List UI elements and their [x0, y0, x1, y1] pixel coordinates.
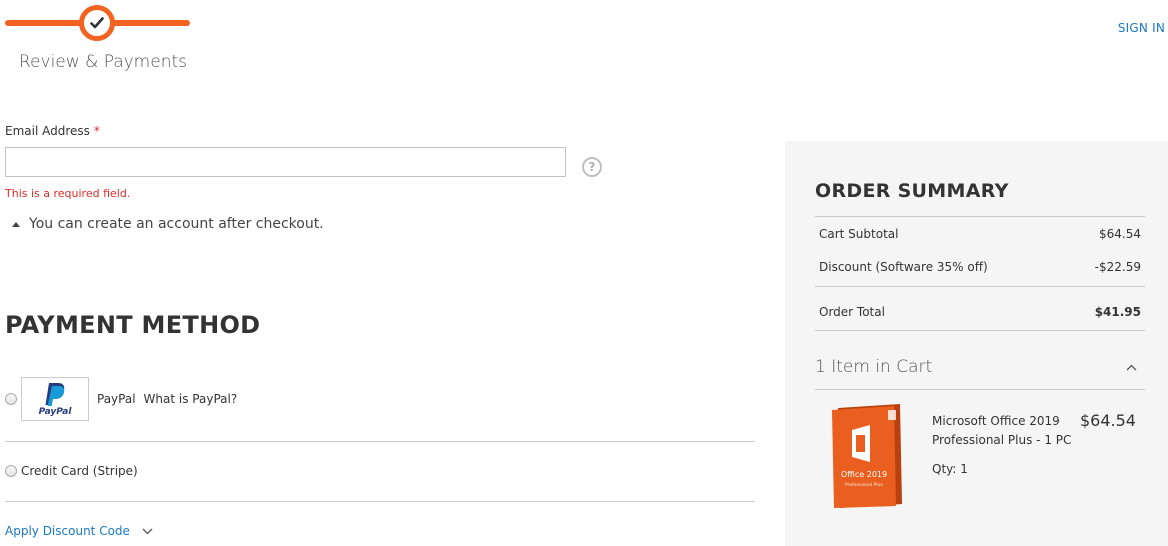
divider	[815, 389, 1145, 390]
help-icon[interactable]: ?	[582, 157, 602, 177]
order-total-label: Order Total	[819, 305, 885, 319]
divider	[815, 286, 1145, 287]
subtotal-label: Cart Subtotal	[819, 227, 899, 241]
cart-count[interactable]: 1 Item in Cart	[815, 357, 932, 377]
triangle-up-icon	[12, 221, 20, 227]
divider	[815, 330, 1145, 331]
svg-text:Professional Plus: Professional Plus	[845, 482, 883, 488]
paypal-label[interactable]: PayPal	[97, 392, 136, 406]
what-is-paypal-link[interactable]: What is PayPal?	[144, 392, 238, 406]
order-total-value: $41.95	[1094, 305, 1141, 319]
order-summary-panel: ORDER SUMMARY Cart Subtotal $64.54 Disco…	[785, 141, 1168, 546]
paypal-radio[interactable]	[5, 393, 17, 405]
required-mark: *	[93, 124, 100, 138]
apply-discount-link[interactable]: Apply Discount Code	[5, 524, 153, 538]
payment-option-paypal[interactable]: PayPal PayPal What is PayPal?	[5, 377, 755, 421]
cart-items-toggle[interactable]: 1 Item in Cart	[815, 357, 1137, 377]
divider	[5, 501, 755, 502]
progress-step-complete	[79, 5, 115, 41]
product-qty: Qty: 1	[932, 462, 968, 476]
order-summary-title: ORDER SUMMARY	[815, 180, 1009, 202]
email-label: Email Address *	[5, 124, 100, 138]
divider	[5, 441, 755, 442]
divider	[815, 216, 1145, 217]
summary-row-subtotal: Cart Subtotal $64.54	[819, 227, 1141, 241]
product-image: Office 2019 Professional Plus	[830, 404, 905, 508]
checkmark-icon	[90, 17, 104, 29]
payment-option-credit-card[interactable]: Credit Card (Stripe)	[5, 462, 755, 480]
email-input[interactable]	[5, 147, 566, 177]
discount-value: -$22.59	[1094, 260, 1141, 274]
summary-row-total: Order Total $41.95	[819, 305, 1141, 319]
svg-text:PayPal: PayPal	[39, 407, 73, 417]
summary-row-discount: Discount (Software 35% off) -$22.59	[819, 260, 1141, 274]
sign-in-link[interactable]: SIGN IN	[1118, 21, 1165, 35]
account-note-text: You can create an account after checkout…	[29, 216, 324, 232]
account-note: You can create an account after checkout…	[12, 216, 324, 232]
email-error: This is a required field.	[5, 187, 131, 200]
subtotal-value: $64.54	[1099, 227, 1141, 241]
product-price: $64.54	[1080, 411, 1136, 430]
credit-card-label[interactable]: Credit Card (Stripe)	[21, 464, 138, 478]
product-name: Microsoft Office 2019 Professional Plus …	[932, 414, 1072, 447]
payment-method-title: PAYMENT METHOD	[5, 311, 261, 339]
paypal-logo: PayPal	[21, 377, 89, 421]
email-label-text: Email Address	[5, 124, 90, 138]
svg-text:Office 2019: Office 2019	[841, 470, 887, 479]
credit-card-radio[interactable]	[5, 465, 17, 477]
chevron-down-icon	[142, 528, 153, 534]
discount-label: Discount (Software 35% off)	[819, 260, 988, 274]
chevron-up-icon[interactable]	[1126, 364, 1137, 371]
discount-link-text[interactable]: Apply Discount Code	[5, 524, 130, 538]
step-title: Review & Payments	[19, 52, 187, 72]
